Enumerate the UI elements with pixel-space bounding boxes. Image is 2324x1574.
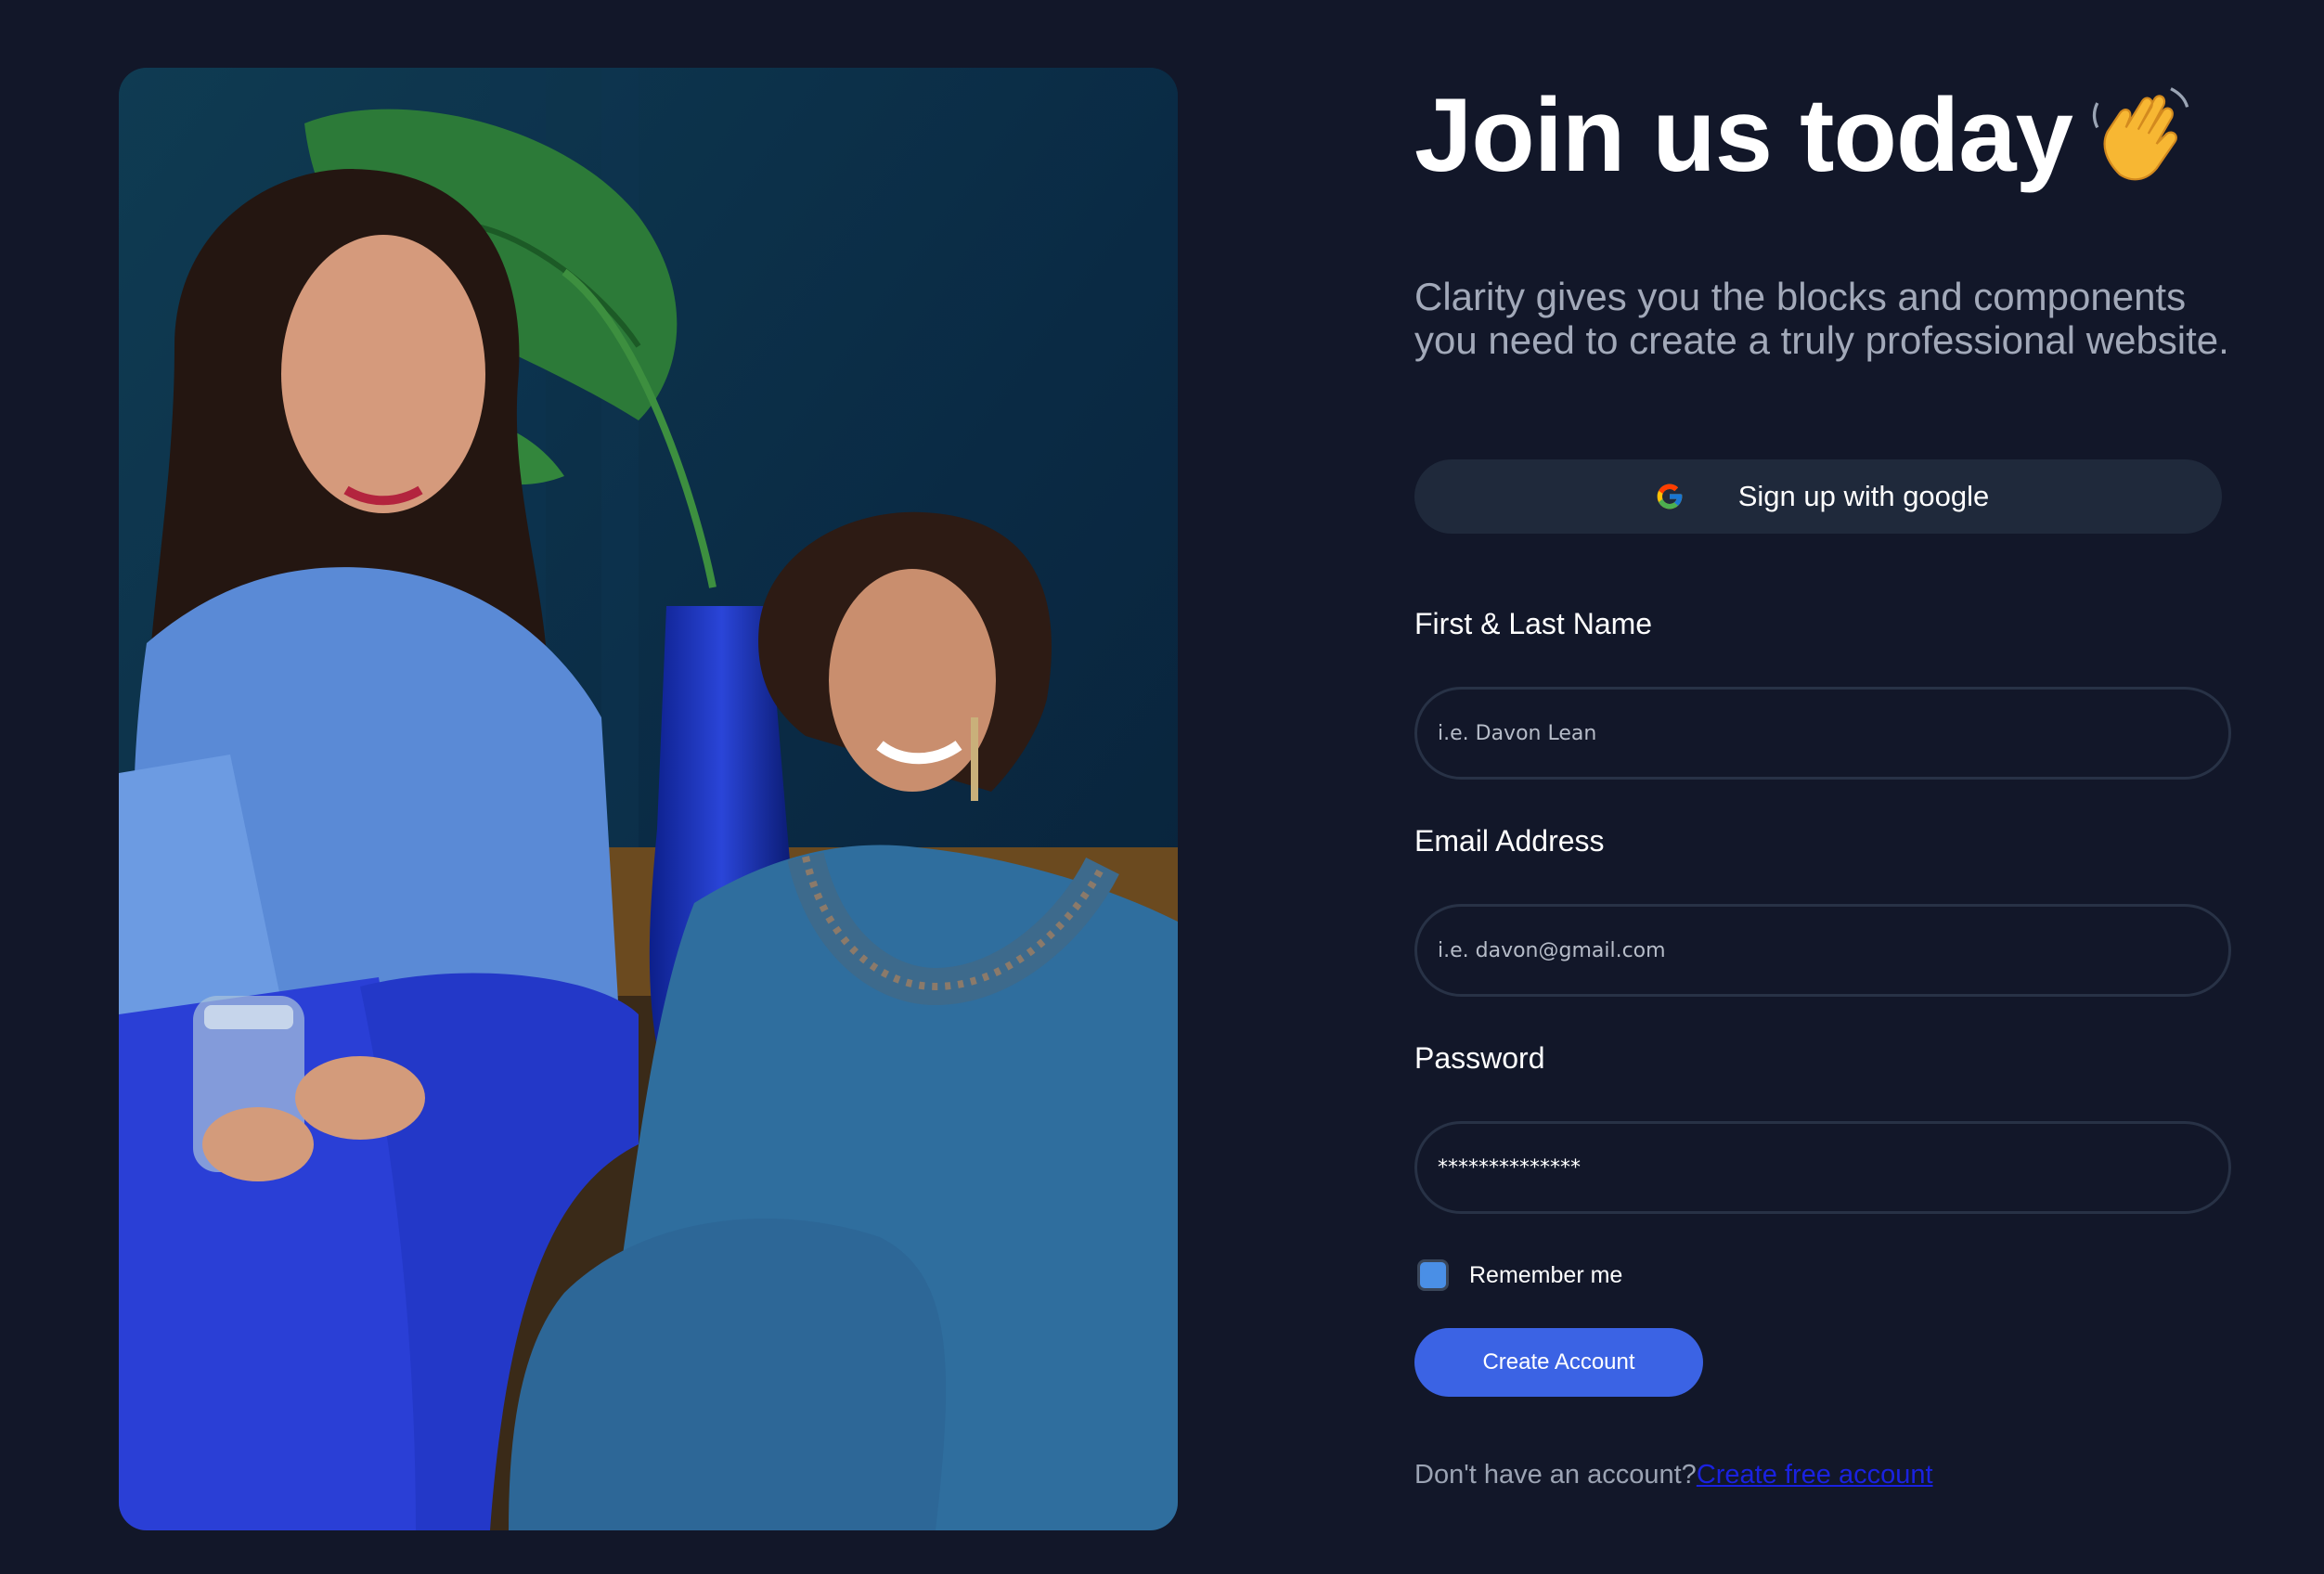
password-field[interactable] <box>1414 1121 2231 1214</box>
photo-two-women-smiling <box>119 68 1178 1530</box>
signup-prompt: Don't have an account? <box>1414 1460 1697 1490</box>
email-label: Email Address <box>1414 824 1605 858</box>
waving-hand-icon <box>2092 87 2189 181</box>
remember-me-label: Remember me <box>1469 1261 1623 1288</box>
page-title: Join us today <box>1414 80 2191 191</box>
page-title-text: Join us today <box>1414 77 2073 193</box>
create-account-button[interactable]: Create Account <box>1414 1328 1703 1397</box>
signup-panel: Join us today Clarity gives you the bloc… <box>1414 0 2250 1574</box>
remember-me: Remember me <box>1417 1259 1622 1291</box>
google-signup-button[interactable]: Sign up with google <box>1414 459 2222 534</box>
name-field[interactable] <box>1414 687 2231 780</box>
remember-me-checkbox[interactable] <box>1417 1259 1449 1291</box>
google-signup-label: Sign up with google <box>1737 480 1990 512</box>
create-free-account-link[interactable]: Create free account <box>1697 1460 1933 1490</box>
hero-photo <box>119 68 1178 1530</box>
password-label: Password <box>1414 1041 1545 1075</box>
signup-prompt-line: Don't have an account?Create free accoun… <box>1414 1458 1933 1491</box>
name-label: First & Last Name <box>1414 607 1653 640</box>
google-g-icon <box>1657 484 1683 510</box>
page-subtitle: Clarity gives you the blocks and compone… <box>1414 275 2229 362</box>
email-field[interactable] <box>1414 904 2231 997</box>
